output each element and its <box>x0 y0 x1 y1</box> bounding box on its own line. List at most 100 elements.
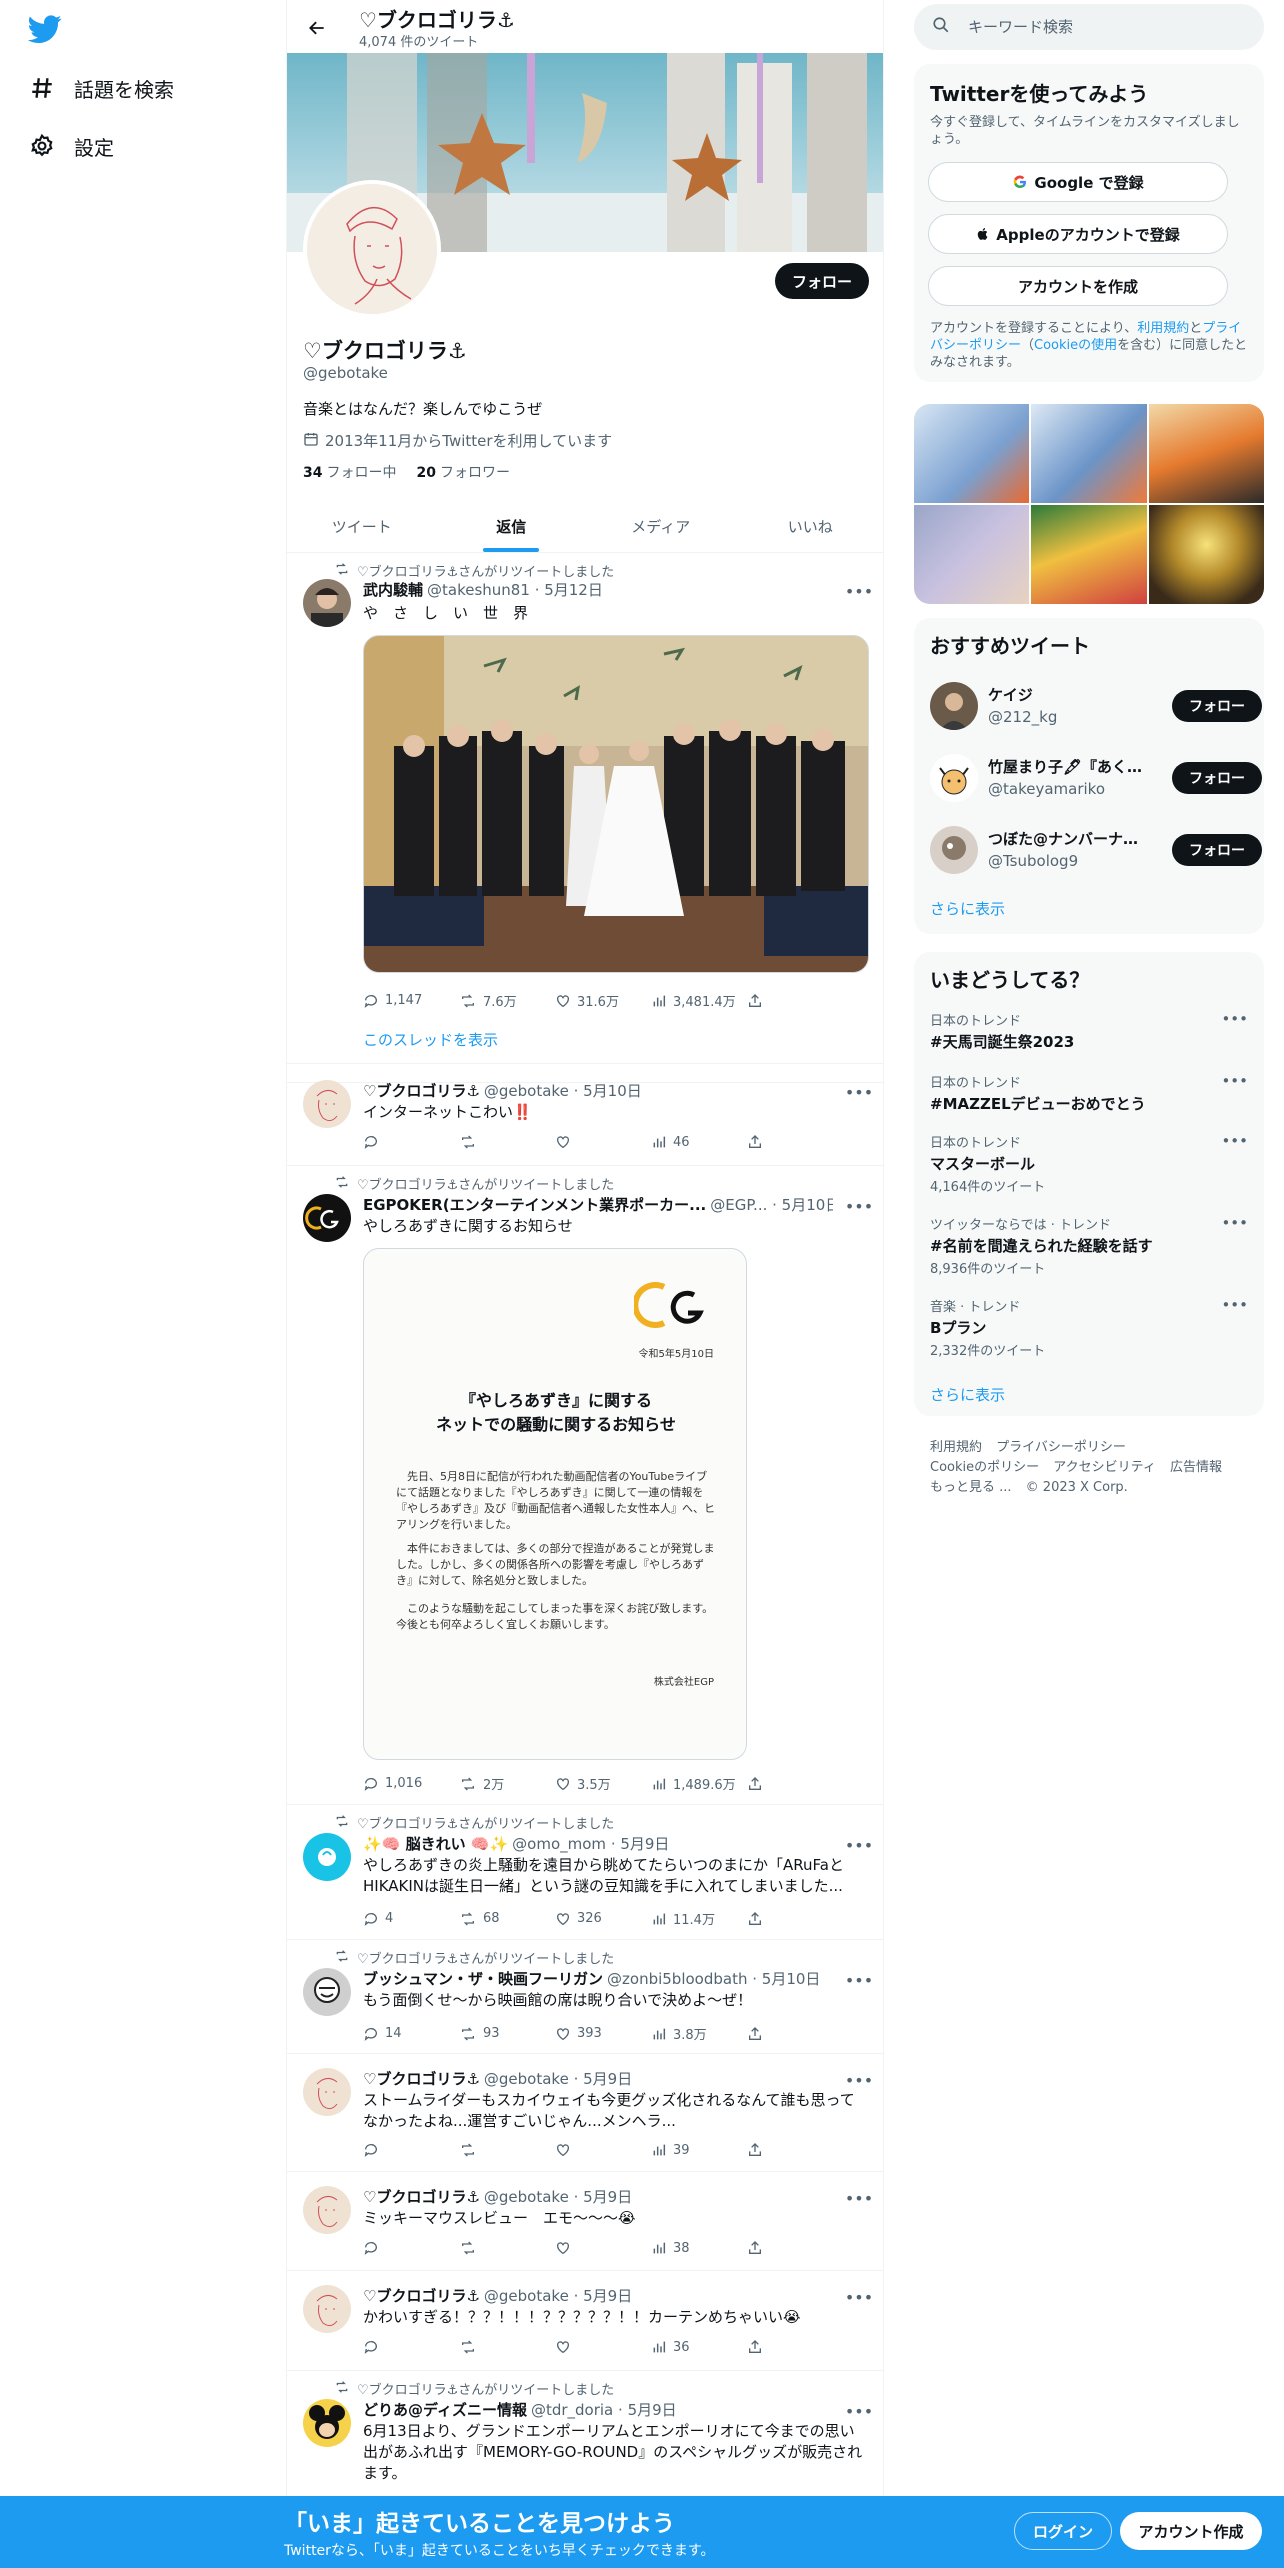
share-button[interactable] <box>747 991 777 1010</box>
trend-item[interactable]: ツイッターならでは · トレンド #名前を間違えられた経験を話す 8,936件の… <box>930 1214 1248 1277</box>
twitter-logo-icon[interactable] <box>27 12 62 46</box>
tweet-avatar[interactable] <box>303 2068 351 2116</box>
tab-tweets[interactable]: ツイート <box>287 500 437 552</box>
more-options-icon[interactable]: ••• <box>845 2068 873 2092</box>
views-button[interactable]: 3,481.4万 <box>651 991 747 1010</box>
show-thread-link[interactable]: このスレッドを表示 <box>363 1029 498 1050</box>
followers-link[interactable]: 20 フォロワー <box>416 462 509 482</box>
reply-button[interactable]: 4 <box>363 1909 459 1928</box>
tweet-avatar[interactable] <box>303 1968 351 2016</box>
trend-item[interactable]: 音楽 · トレンド Bプラン 2,332件のツイート ••• <box>930 1296 1248 1359</box>
views-button[interactable]: 46 <box>651 1134 747 1150</box>
follow-button[interactable]: フォロー <box>1172 690 1262 722</box>
cookie-link[interactable]: Cookieの使用 <box>1034 338 1117 353</box>
back-arrow-icon[interactable] <box>301 12 333 44</box>
views-button[interactable]: 39 <box>651 2142 747 2158</box>
tweet-item[interactable]: ♡ブクロゴリラ⚓︎ @gebotake · 5月10日 ••• インターネットこ… <box>287 1063 883 1166</box>
share-button[interactable] <box>747 2142 777 2158</box>
more-options-icon[interactable]: ••• <box>1221 1072 1248 1090</box>
tab-media[interactable]: メディア <box>586 500 736 552</box>
terms-link[interactable]: 利用規約 <box>1137 321 1189 336</box>
more-options-icon[interactable]: ••• <box>1221 1214 1248 1232</box>
follow-button[interactable]: フォロー <box>1172 762 1262 794</box>
tweet-photo-notice[interactable]: 令和5年5月10日 『やしろあずき』に関する ネットでの騒動に関するお知らせ 先… <box>363 1248 747 1760</box>
recommended-user[interactable]: ケイジ @212_kg フォロー <box>930 678 1262 734</box>
tweet-item[interactable]: ♡ブクロゴリラ⚓︎ @gebotake · 5月9日 ••• ストームライダーも… <box>287 2054 883 2172</box>
tweet-item[interactable]: ♡ブクロゴリラ⚓︎ @gebotake · 5月9日 ••• ミッキーマウスレビ… <box>287 2172 883 2271</box>
avatar[interactable] <box>930 826 978 874</box>
tweet-avatar[interactable] <box>303 2399 351 2447</box>
tweet-item[interactable]: ♡ブクロゴリラ⚓︎さんがリツイートしました ✨🧠 脳きれい 🧠✨ @omo_mo… <box>287 1805 883 1940</box>
search-box[interactable] <box>914 4 1264 50</box>
login-button[interactable]: ログイン <box>1014 2512 1112 2550</box>
like-button[interactable]: 31.6万 <box>555 991 651 1010</box>
reply-button[interactable] <box>363 2339 459 2355</box>
views-button[interactable]: 36 <box>651 2339 747 2355</box>
search-input[interactable] <box>968 18 1228 36</box>
more-options-icon[interactable]: ••• <box>1221 1010 1248 1028</box>
footer-link[interactable]: Cookieのポリシー <box>930 1460 1039 1475</box>
following-link[interactable]: 34 フォロー中 <box>303 462 396 482</box>
like-button[interactable] <box>555 2240 651 2256</box>
tweet-photo[interactable] <box>363 635 869 973</box>
tweet-item[interactable]: ♡ブクロゴリラ⚓︎ @gebotake · 5月9日 ••• かわいすぎる！？？… <box>287 2271 883 2371</box>
avatar[interactable] <box>930 754 978 802</box>
more-options-icon[interactable]: ••• <box>845 2186 873 2210</box>
follow-button[interactable]: フォロー <box>775 263 869 299</box>
footer-link[interactable]: アクセシビリティ <box>1053 1460 1156 1475</box>
profile-avatar[interactable] <box>303 180 441 318</box>
follow-button[interactable]: フォロー <box>1172 834 1262 866</box>
recommended-user[interactable]: 竹屋まり子🖋『あくまのまり子』 @takeyamariko フォロー <box>930 750 1262 806</box>
create-account-button[interactable]: アカウントを作成 <box>928 266 1228 306</box>
share-button[interactable] <box>747 2024 777 2043</box>
like-button[interactable]: 326 <box>555 1909 651 1928</box>
media-thumbnail[interactable] <box>1031 404 1147 503</box>
media-thumbnail[interactable] <box>1148 505 1264 604</box>
views-button[interactable]: 11.4万 <box>651 1909 747 1928</box>
show-more-link[interactable]: さらに表示 <box>930 898 1005 919</box>
views-button[interactable]: 38 <box>651 2240 747 2256</box>
views-button[interactable]: 3.8万 <box>651 2024 747 2043</box>
trend-item[interactable]: 日本のトレンド #天馬司誕生祭2023 ••• <box>930 1010 1248 1070</box>
footer-link[interactable]: もっと見る ... <box>930 1480 1012 1495</box>
more-options-icon[interactable]: ••• <box>845 1080 873 1104</box>
more-options-icon[interactable]: ••• <box>845 2399 873 2423</box>
more-options-icon[interactable]: ••• <box>845 1833 873 1857</box>
share-button[interactable] <box>747 2339 777 2355</box>
reply-button[interactable]: 1,147 <box>363 991 459 1010</box>
retweet-button[interactable]: 93 <box>459 2024 555 2043</box>
like-button[interactable]: 393 <box>555 2024 651 2043</box>
google-signup-button[interactable]: Google で登録 <box>928 162 1228 202</box>
retweet-button[interactable]: 2万 <box>459 1774 555 1793</box>
media-thumbnail[interactable] <box>914 505 1030 604</box>
like-button[interactable] <box>555 1134 651 1150</box>
more-options-icon[interactable]: ••• <box>1221 1132 1248 1150</box>
tweet-item[interactable]: ♡ブクロゴリラ⚓︎さんがリツイートしました 武内駿輔 @takeshun81 ·… <box>287 553 883 1083</box>
more-options-icon[interactable]: ••• <box>1221 1296 1248 1314</box>
signup-button[interactable]: アカウント作成 <box>1120 2512 1262 2550</box>
more-options-icon[interactable]: ••• <box>845 1968 873 1992</box>
more-options-icon[interactable]: ••• <box>845 1194 873 1218</box>
media-thumbnail[interactable] <box>1031 505 1147 604</box>
share-button[interactable] <box>747 1134 777 1150</box>
reply-button[interactable]: 14 <box>363 2024 459 2043</box>
retweet-button[interactable] <box>459 2339 555 2355</box>
views-button[interactable]: 1,489.6万 <box>651 1774 747 1793</box>
share-button[interactable] <box>747 1909 777 1928</box>
footer-link[interactable]: プライバシーポリシー <box>996 1440 1126 1455</box>
reply-button[interactable] <box>363 1134 459 1150</box>
show-more-link[interactable]: さらに表示 <box>930 1384 1005 1405</box>
more-options-icon[interactable]: ••• <box>845 2285 873 2309</box>
tweet-avatar[interactable] <box>303 1194 351 1242</box>
apple-signup-button[interactable]: Appleのアカウントで登録 <box>928 214 1228 254</box>
share-button[interactable] <box>747 2240 777 2256</box>
more-options-icon[interactable]: ••• <box>845 579 873 603</box>
tweet-item[interactable]: ♡ブクロゴリラ⚓︎さんがリツイートしました EGPOKER(エンターテインメント… <box>287 1166 883 1805</box>
nav-explore[interactable]: 話題を検索 <box>28 68 174 108</box>
tweet-avatar[interactable] <box>303 2285 351 2333</box>
like-button[interactable] <box>555 2142 651 2158</box>
tweet-avatar[interactable] <box>303 579 351 627</box>
retweet-button[interactable] <box>459 2142 555 2158</box>
tab-likes[interactable]: いいね <box>736 500 884 552</box>
tweet-item[interactable]: ♡ブクロゴリラ⚓︎さんがリツイートしました ブッシュマン・ザ・映画フーリガン @… <box>287 1940 883 2054</box>
